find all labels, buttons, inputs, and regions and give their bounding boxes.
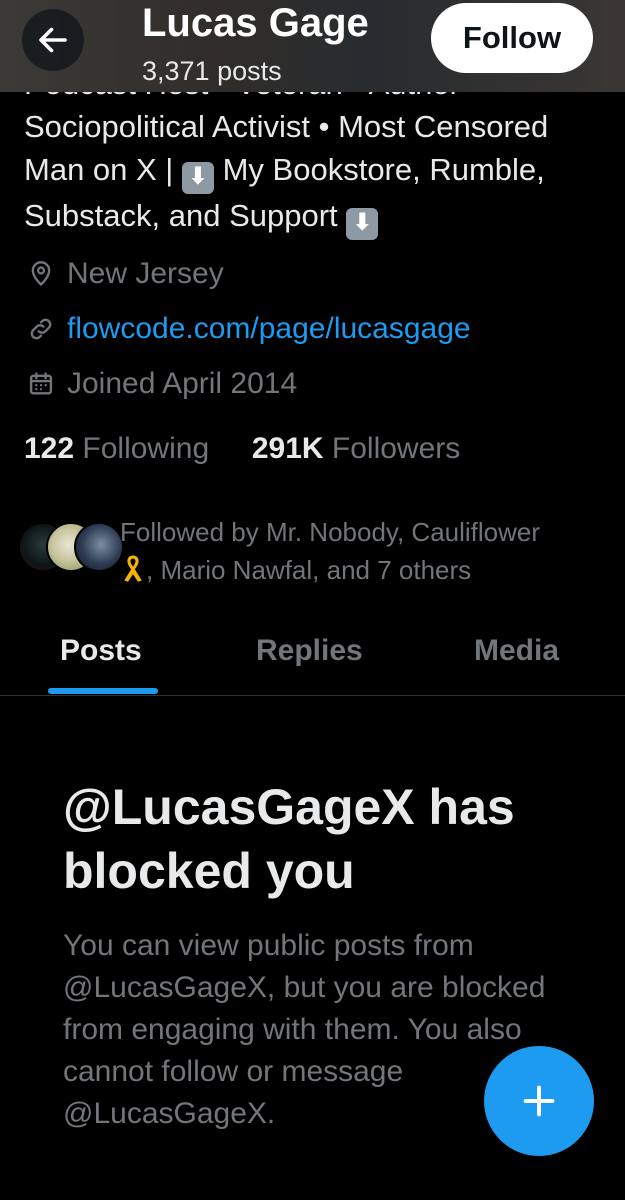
bio-line-2-text-b: My Bookstore, Rumble, — [222, 152, 545, 187]
follow-button[interactable]: Follow — [431, 3, 593, 73]
back-button[interactable] — [22, 9, 84, 71]
following-stat[interactable]: 122 Following — [24, 432, 217, 465]
followed-by-text[interactable]: Followed by Mr. Nobody, Cauliflower , Ma… — [120, 513, 600, 589]
profile-header-bar: Lucas Gage 3,371 posts Follow — [0, 0, 625, 92]
followed-by-line-2-text: , Mario Nawfal, and 7 others — [146, 555, 472, 585]
website-link[interactable]: flowcode.com/page/lucasgage — [67, 312, 471, 346]
tab-posts[interactable]: Posts — [60, 634, 142, 668]
tab-media[interactable]: Media — [474, 634, 559, 668]
link-icon — [26, 314, 56, 344]
bio-line-3-text: Substack, and Support — [24, 198, 338, 233]
plus-icon — [523, 1085, 555, 1117]
down-arrow-emoji-icon: ⬇ — [346, 208, 379, 240]
bio-line-2-text: Man on X | — [24, 152, 174, 187]
followers-stat[interactable]: 291K Followers — [252, 432, 460, 465]
avatar — [74, 522, 124, 572]
tab-replies[interactable]: Replies — [256, 634, 363, 668]
profile-joined-date: Joined April 2014 — [26, 367, 297, 401]
bio-line-1: Sociopolitical Activist • Most Censored — [24, 109, 549, 144]
joined-text: Joined April 2014 — [67, 367, 298, 400]
followed-by-line-2: , Mario Nawfal, and 7 others — [120, 551, 600, 589]
profile-location: New Jersey — [26, 257, 224, 291]
profile-display-name: Lucas Gage — [142, 1, 369, 45]
followers-count: 291K — [251, 432, 324, 465]
compose-post-button[interactable] — [484, 1046, 594, 1156]
follow-stats: 122 Following 291K Followers — [24, 432, 460, 466]
awareness-ribbon-icon — [124, 555, 142, 582]
bio-line-3: Substack, and Support ⬇ — [24, 194, 614, 240]
arrow-left-icon — [39, 27, 67, 53]
location-pin-icon — [26, 259, 56, 289]
followed-by-line-1: Followed by Mr. Nobody, Cauliflower — [120, 517, 541, 547]
calendar-icon — [26, 369, 56, 399]
following-count: 122 — [24, 432, 75, 465]
down-arrow-emoji-icon: ⬇ — [181, 162, 214, 194]
profile-website[interactable]: flowcode.com/page/lucasgage — [26, 312, 471, 346]
blocked-title: @LucasGageX has blocked you — [63, 779, 515, 899]
followed-by-avatars[interactable] — [18, 522, 124, 572]
bio-line-2: Man on X | ⬇ My Bookstore, Rumble, — [24, 148, 614, 194]
followers-label: Followers — [331, 432, 461, 465]
profile-tabs: Posts Replies Media — [0, 620, 625, 696]
location-text: New Jersey — [67, 257, 224, 290]
posts-count: 3,371 posts — [142, 56, 282, 86]
following-label: Following — [82, 432, 210, 465]
active-tab-indicator — [48, 688, 158, 694]
